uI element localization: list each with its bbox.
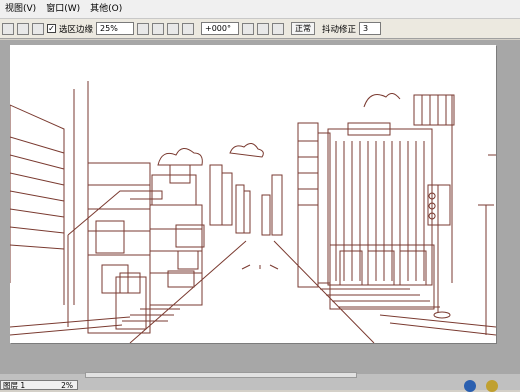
taskbar-icon[interactable] <box>464 380 476 392</box>
menu-bar: 视图(V) 窗口(W) 其他(O) <box>0 0 520 19</box>
tool-b-button[interactable] <box>17 22 29 35</box>
cloud <box>157 148 203 166</box>
stabilizer-field[interactable]: 3 <box>359 22 382 35</box>
tool-a-button[interactable] <box>2 22 14 35</box>
cloud <box>363 93 401 108</box>
menu-view[interactable]: 视图(V) <box>0 0 41 18</box>
taskbar-icon[interactable] <box>486 380 498 392</box>
panel-label: 图层 1 <box>3 381 26 390</box>
road <box>129 240 375 344</box>
rotation-field[interactable]: +000° <box>201 22 240 35</box>
zoom-field[interactable]: 25% <box>96 22 135 35</box>
rotate-left-button[interactable] <box>242 22 255 35</box>
stabilizer-label: 抖动修正 <box>322 24 357 35</box>
horizontal-scrollbar[interactable] <box>85 372 357 378</box>
normal-button[interactable]: 正常 <box>291 22 316 35</box>
street-lamp <box>67 190 163 327</box>
traffic-light <box>427 184 451 313</box>
building-left-mid <box>87 162 151 334</box>
menu-window[interactable]: 窗口(W) <box>41 0 85 18</box>
billboard <box>151 174 197 206</box>
toolbar: ✓ 选区边缘 25% +000° 正常 抖动修正 3 <box>0 19 520 39</box>
snap-label: 选区边缘 <box>59 24 94 35</box>
zoom-fit-button[interactable] <box>167 22 180 35</box>
tower <box>209 164 223 226</box>
layer-panel-tab[interactable]: 图层 1 2% <box>0 380 78 390</box>
zoom-out-button[interactable] <box>152 22 165 35</box>
street-line-art <box>9 81 497 344</box>
panel-value: 2% <box>61 381 73 390</box>
rotate-right-button[interactable] <box>257 22 270 35</box>
zoom-reset-button[interactable] <box>182 22 195 35</box>
drawing-canvas[interactable] <box>9 45 497 344</box>
cloud <box>229 143 264 158</box>
snap-checkbox[interactable]: ✓ <box>47 24 56 33</box>
tool-c-button[interactable] <box>32 22 44 35</box>
building-left <box>9 104 65 305</box>
rotate-reset-button[interactable] <box>272 22 285 35</box>
menu-other[interactable]: 其他(O) <box>85 0 127 18</box>
zoom-in-button[interactable] <box>137 22 150 35</box>
